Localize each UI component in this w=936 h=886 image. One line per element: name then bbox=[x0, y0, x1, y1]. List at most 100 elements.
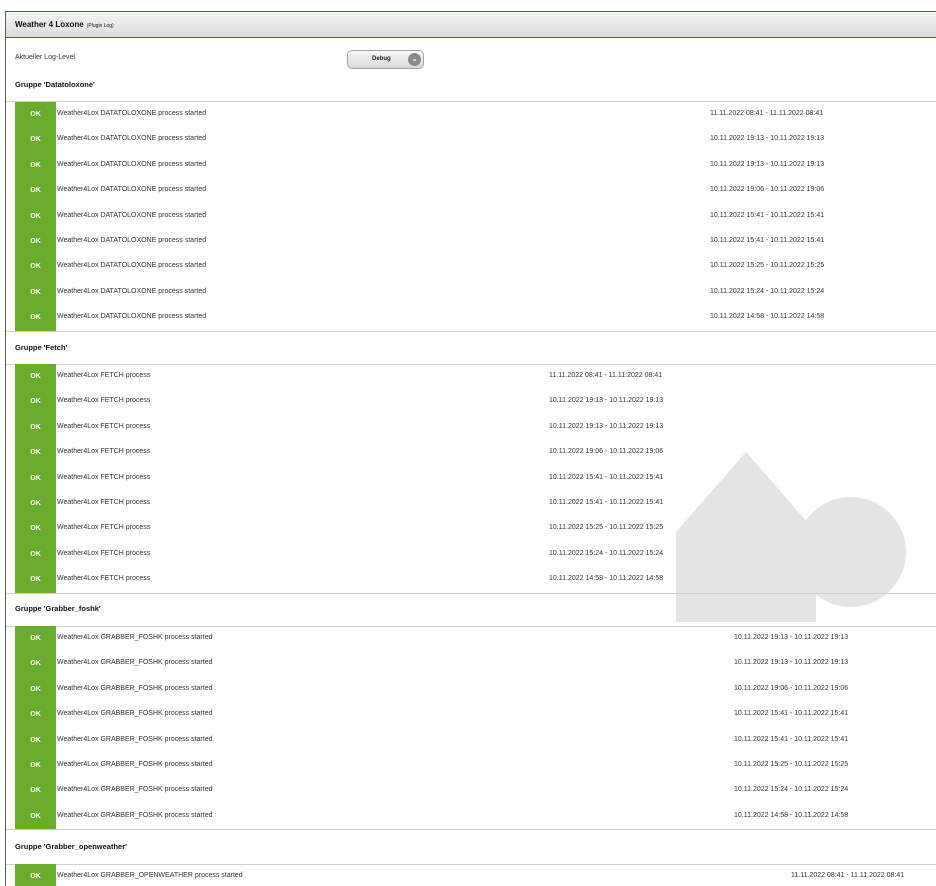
log-message: Weather4Lox GRABBER_OPENWEATHER process … bbox=[57, 872, 243, 879]
group-divider bbox=[6, 829, 936, 831]
log-date-range: 10.11.2022 15:25 - 10.11.2022 15:25 bbox=[710, 262, 825, 270]
log-message: Weather4Lox GRABBER_FOSHK process starte… bbox=[57, 761, 213, 768]
log-message: Weather4Lox GRABBER_FOSHK process starte… bbox=[57, 811, 213, 819]
log-date-range: 10.11.2022 19:13 - 10.11.2022 19:13 bbox=[710, 135, 825, 143]
log-row: OK Weather4Lox GRABBER_FOSHK process star… bbox=[15, 803, 936, 830]
status-badge: OK bbox=[15, 864, 56, 886]
log-date-range: 10.11.2022 15:25 - 10.11.2022 15:25 bbox=[549, 524, 664, 532]
log-row: OK Weather4Lox GRABBER_FOSHK process star… bbox=[15, 778, 936, 804]
log-message: Weather4Lox FETCH process bbox=[57, 372, 151, 379]
log-message: Weather4Lox FETCH process bbox=[57, 499, 151, 506]
status-badge: OK bbox=[15, 651, 56, 677]
log-date-range: 10.11.2022 19:06 - 10.11.2022 19:06 bbox=[734, 684, 849, 692]
log-date-range: 10.11.2022 19:06 - 10.11.2022 19:06 bbox=[710, 186, 825, 194]
log-date-range: 10.11.2022 19:06 - 10.11.2022 19:06 bbox=[549, 448, 664, 456]
log-message: Weather4Lox GRABBER_FOSHK process starte… bbox=[57, 634, 213, 641]
log-row: OK Weather4Lox FETCH process 10.11.2022 15… bbox=[15, 541, 936, 568]
log-message: Weather4Lox FETCH process bbox=[57, 422, 151, 430]
log-date-range: 10.11.2022 15:24 - 10.11.2022 15:24 bbox=[734, 786, 849, 794]
log-message: Weather4Lox GRABBER_FOSHK process starte… bbox=[57, 735, 213, 743]
group-title: Gruppe 'Grabber_foshk' bbox=[15, 604, 101, 613]
log-row: OK Weather4Lox GRABBER_FOSHK process star… bbox=[15, 702, 936, 728]
log-date-range: 11.11.2022 08:41 - 11.11.2022 08:41 bbox=[791, 872, 905, 879]
log-message: Weather4Lox DATATOLOXONE process started bbox=[57, 287, 207, 295]
status-badge: OK bbox=[15, 127, 56, 153]
log-date-range: 10.11.2022 19:13 - 10.11.2022 19:13 bbox=[549, 397, 664, 405]
group-title: Gruppe 'Grabber_openweather' bbox=[15, 842, 127, 851]
group-divider bbox=[6, 330, 936, 332]
log-row: OK Weather4Lox GRABBER_FOSHK process star… bbox=[15, 676, 936, 703]
log-message: Weather4Lox DATATOLOXONE process started bbox=[57, 135, 207, 143]
log-message: Weather4Lox DATATOLOXONE process started bbox=[57, 211, 207, 219]
status-badge: OK bbox=[15, 414, 56, 441]
log-message: Weather4Lox FETCH process bbox=[57, 473, 151, 481]
log-row: OK Weather4Lox FETCH process 10.11.2022 19… bbox=[15, 440, 936, 466]
status-badge: OK bbox=[15, 203, 56, 230]
log-date-range: 10.11.2022 15:24 - 10.11.2022 15:24 bbox=[549, 549, 664, 557]
log-message: Weather4Lox FETCH process bbox=[57, 448, 151, 456]
loglevel-label: Aktueller Log-Level bbox=[15, 54, 75, 61]
status-badge: OK bbox=[15, 465, 56, 492]
log-date-range: 11.11.2022 08:41 - 11.11.2022 08:41 bbox=[710, 110, 824, 117]
status-badge: OK bbox=[15, 753, 56, 779]
log-row: OK Weather4Lox DATATOLOXONE process start… bbox=[15, 102, 936, 128]
loglevel-value: Debug bbox=[372, 56, 391, 62]
group-divider bbox=[6, 592, 936, 594]
log-row: OK Weather4Lox DATATOLOXONE process start… bbox=[15, 152, 936, 179]
log-date-range: 10.11.2022 15:41 - 10.11.2022 15:41 bbox=[549, 499, 664, 506]
log-message: Weather4Lox DATATOLOXONE process started bbox=[57, 186, 207, 194]
log-date-range: 11.11.2022 08:41 - 11.11.2022 08:41 bbox=[549, 372, 663, 379]
log-row: OK Weather4Lox DATATOLOXONE process start… bbox=[15, 127, 936, 153]
log-message: Weather4Lox FETCH process bbox=[57, 549, 151, 557]
log-row: OK Weather4Lox FETCH process 11.11.2022 08… bbox=[15, 364, 936, 390]
log-row: OK Weather4Lox FETCH process 10.11.2022 19… bbox=[15, 414, 936, 441]
log-message: Weather4Lox DATATOLOXONE process started bbox=[57, 262, 207, 270]
log-row: OK Weather4Lox DATATOLOXONE process start… bbox=[15, 178, 936, 204]
log-row: OK Weather4Lox DATATOLOXONE process start… bbox=[15, 279, 936, 306]
panel-subtitle: (Plugin Log) bbox=[86, 23, 114, 29]
log-date-range: 10.11.2022 15:41 - 10.11.2022 15:41 bbox=[734, 710, 849, 718]
log-date-range: 10.11.2022 15:41 - 10.11.2022 15:41 bbox=[734, 735, 849, 743]
log-row: OK Weather4Lox FETCH process 10.11.2022 15… bbox=[15, 465, 936, 492]
loglevel-select[interactable]: Debug ⌄ bbox=[347, 50, 424, 69]
status-badge: OK bbox=[15, 254, 56, 280]
log-message: Weather4Lox FETCH process bbox=[57, 397, 151, 405]
log-message: Weather4Lox FETCH process bbox=[57, 524, 151, 532]
log-row: OK Weather4Lox FETCH process 10.11.2022 19… bbox=[15, 389, 936, 415]
status-badge: OK bbox=[15, 803, 56, 830]
status-badge: OK bbox=[15, 389, 56, 415]
log-date-range: 10.11.2022 19:13 - 10.11.2022 19:13 bbox=[734, 659, 849, 667]
status-badge: OK bbox=[15, 102, 56, 128]
log-date-range: 10.11.2022 14:58 - 10.11.2022 14:58 bbox=[710, 313, 825, 321]
chevron-down-icon: ⌄ bbox=[408, 53, 421, 66]
log-row: OK Weather4Lox GRABBER_FOSHK process star… bbox=[15, 753, 936, 779]
plugin-log-panel: Weather 4 Loxone (Plugin Log) Aktueller L… bbox=[5, 11, 936, 886]
log-row: OK Weather4Lox GRABBER_FOSHK process star… bbox=[15, 727, 936, 754]
status-badge: OK bbox=[15, 567, 56, 593]
status-badge: OK bbox=[15, 516, 56, 542]
log-row: OK Weather4Lox GRABBER_FOSHK process star… bbox=[15, 626, 936, 652]
log-message: Weather4Lox GRABBER_FOSHK process starte… bbox=[57, 710, 213, 718]
log-row: OK Weather4Lox DATATOLOXONE process start… bbox=[15, 229, 936, 255]
log-date-range: 10.11.2022 15:25 - 10.11.2022 15:25 bbox=[734, 761, 849, 768]
status-badge: OK bbox=[15, 305, 56, 331]
status-badge: OK bbox=[15, 440, 56, 466]
group-title: Gruppe 'Datatoloxone' bbox=[15, 80, 95, 89]
log-message: Weather4Lox FETCH process bbox=[57, 575, 151, 583]
log-message: Weather4Lox DATATOLOXONE process started bbox=[57, 313, 207, 321]
log-date-range: 10.11.2022 19:13 - 10.11.2022 19:13 bbox=[710, 160, 825, 168]
panel-title: Weather 4 Loxone bbox=[15, 20, 84, 29]
status-badge: OK bbox=[15, 702, 56, 728]
log-message: Weather4Lox DATATOLOXONE process started bbox=[57, 237, 207, 244]
status-badge: OK bbox=[15, 676, 56, 703]
status-badge: OK bbox=[15, 364, 56, 390]
status-badge: OK bbox=[15, 491, 56, 517]
status-badge: OK bbox=[15, 541, 56, 568]
log-message: Weather4Lox GRABBER_FOSHK process starte… bbox=[57, 786, 213, 794]
status-badge: OK bbox=[15, 178, 56, 204]
log-date-range: 10.11.2022 14:58 - 10.11.2022 14:58 bbox=[549, 575, 664, 583]
log-row: OK Weather4Lox GRABBER_FOSHK process star… bbox=[15, 651, 936, 677]
status-badge: OK bbox=[15, 626, 56, 652]
log-row: OK Weather4Lox DATATOLOXONE process start… bbox=[15, 203, 936, 230]
log-row: OK Weather4Lox DATATOLOXONE process start… bbox=[15, 254, 936, 280]
